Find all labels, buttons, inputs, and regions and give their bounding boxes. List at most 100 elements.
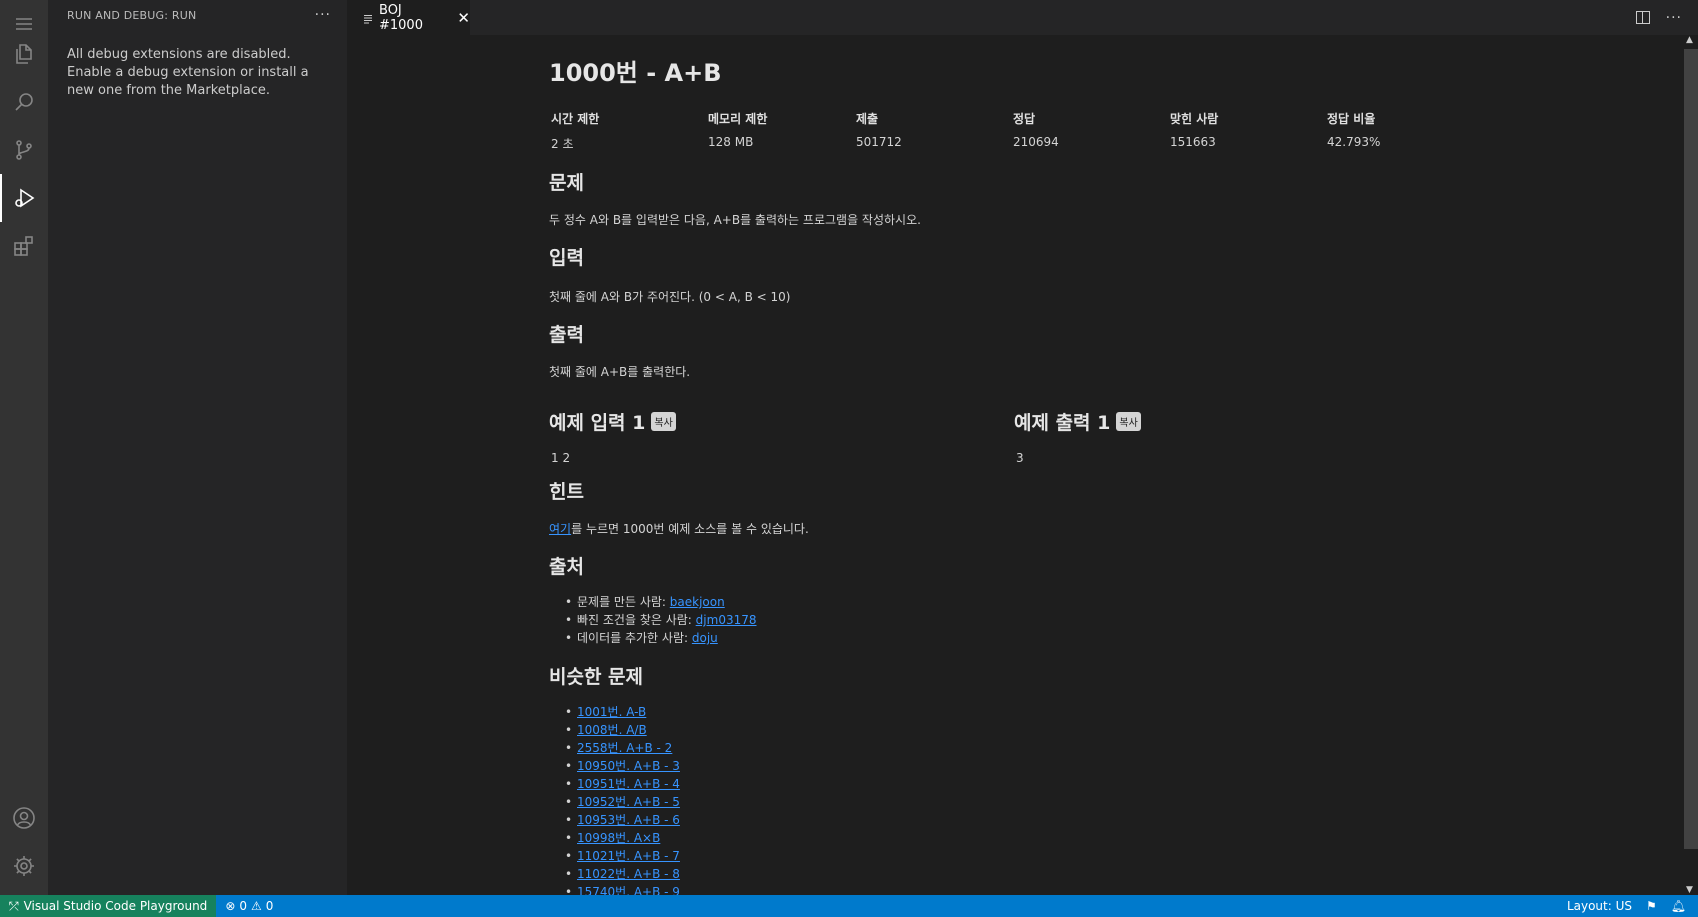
- error-count: 0: [239, 899, 248, 913]
- remote-icon: ⤱: [9, 898, 19, 913]
- list-item: 1001번. A-B: [565, 703, 1649, 721]
- info-value-submissions: 501712: [856, 135, 902, 149]
- input-heading: 입력: [549, 247, 584, 269]
- remote-label: Visual Studio Code Playground: [23, 899, 208, 913]
- info-value-ratio: 42.793%: [1327, 135, 1381, 149]
- remote-indicator[interactable]: ⤱ Visual Studio Code Playground: [0, 895, 217, 917]
- status-bar: ⤱ Visual Studio Code Playground ⊗ 0 ⚠ 0 …: [0, 895, 1698, 917]
- source-label: 데이터를 추가한 사람:: [577, 631, 692, 645]
- editor-more-icon[interactable]: ···: [1666, 10, 1682, 26]
- info-value-time: 2 초: [551, 137, 574, 151]
- info-header-accepted: 정답: [1013, 112, 1036, 126]
- user-link[interactable]: doju: [692, 631, 718, 645]
- source-list: 문제를 만든 사람: baekjoon 빠진 조건을 찾은 사람: djm031…: [549, 593, 1649, 647]
- scroll-thumb[interactable]: [1684, 49, 1698, 849]
- list-item: 10953번. A+B - 6: [565, 811, 1649, 829]
- description-heading: 문제: [549, 172, 584, 194]
- hint-text: 여기를 누르면 1000번 예제 소스를 볼 수 있습니다.: [549, 520, 1649, 537]
- more-actions-icon[interactable]: ···: [315, 7, 331, 23]
- output-heading: 출력: [549, 324, 584, 346]
- similar-problem-link[interactable]: 10951번. A+B - 4: [577, 777, 680, 791]
- input-text: 첫째 줄에 A와 B가 주어진다. (0 < A, B < 10): [549, 290, 791, 304]
- problem-info-table: 시간 제한 2 초 메모리 제한 128 MB 제출 501712 정답 210694 …: [549, 110, 1649, 152]
- source-label: 빠진 조건을 찾은 사람:: [577, 613, 696, 627]
- similar-problem-link[interactable]: 10952번. A+B - 5: [577, 795, 680, 809]
- settings-gear-icon[interactable]: [0, 842, 48, 890]
- similar-problem-link[interactable]: 11022번. A+B - 8: [577, 867, 680, 881]
- similar-problem-link[interactable]: 10950번. A+B - 3: [577, 759, 680, 773]
- preview-file-icon: [363, 13, 373, 23]
- account-icon[interactable]: [0, 794, 48, 842]
- sample-input-heading: 예제 입력 1: [549, 412, 646, 434]
- tab-boj-1000[interactable]: BOJ #1000 ✕: [347, 0, 470, 35]
- tab-label: BOJ #1000: [379, 2, 423, 33]
- copy-sample-output-button[interactable]: 복사: [1116, 412, 1141, 431]
- hint-heading: 힌트: [549, 481, 584, 503]
- extensions-icon[interactable]: [0, 222, 48, 270]
- warning-icon: ⚠: [251, 899, 262, 913]
- similar-problem-link[interactable]: 1008번. A/B: [577, 723, 647, 737]
- list-item: 10951번. A+B - 4: [565, 775, 1649, 793]
- info-value-memory: 128 MB: [708, 135, 754, 149]
- info-header-solvers: 맞힌 사람: [1170, 112, 1219, 126]
- problem-content: 1000번 - A+B 시간 제한 2 초 메모리 제한 128 MB 제출 5017…: [549, 35, 1649, 901]
- samples: 예제 입력 1 복사 1 2 예제 출력 1 복사 3: [549, 408, 1649, 465]
- list-item: 10952번. A+B - 5: [565, 793, 1649, 811]
- user-link[interactable]: baekjoon: [670, 595, 725, 609]
- sample-input-value: 1 2: [551, 451, 571, 465]
- split-editor-icon[interactable]: [1635, 11, 1650, 24]
- similar-heading: 비슷한 문제: [549, 666, 644, 688]
- sample-input-block: 예제 입력 1 복사 1 2: [549, 408, 1014, 465]
- list-item: 데이터를 추가한 사람: doju: [565, 629, 1649, 647]
- activity-bar: [0, 0, 48, 895]
- scroll-down-icon[interactable]: ▼: [1686, 885, 1693, 895]
- description-text: 두 정수 A와 B를 입력받은 다음, A+B를 출력하는 프로그램을 작성하시…: [549, 213, 921, 227]
- list-item: 11022번. A+B - 8: [565, 865, 1649, 883]
- list-item: 문제를 만든 사람: baekjoon: [565, 593, 1649, 611]
- search-icon[interactable]: [0, 78, 48, 126]
- similar-problem-link[interactable]: 11021번. A+B - 7: [577, 849, 680, 863]
- info-header-time: 시간 제한: [551, 112, 600, 126]
- keyboard-layout[interactable]: Layout: US: [1567, 899, 1632, 913]
- explorer-icon[interactable]: [0, 30, 48, 78]
- run-debug-icon[interactable]: [0, 174, 48, 222]
- editor-area: BOJ #1000 ✕ ··· 1000번 - A+B 시간 제한 2 초 메모리…: [347, 0, 1698, 901]
- list-item: 10950번. A+B - 3: [565, 757, 1649, 775]
- vertical-scrollbar[interactable]: ▲ ▼: [1684, 35, 1698, 895]
- info-header-memory: 메모리 제한: [708, 112, 768, 126]
- similar-problem-link[interactable]: 10953번. A+B - 6: [577, 813, 680, 827]
- source-label: 문제를 만든 사람:: [577, 595, 670, 609]
- sidebar-header: RUN AND DEBUG: RUN ···: [48, 0, 347, 30]
- list-item: 11021번. A+B - 7: [565, 847, 1649, 865]
- list-item: 2558번. A+B - 2: [565, 739, 1649, 757]
- sample-output-block: 예제 출력 1 복사 3: [1014, 408, 1479, 465]
- hint-rest: 를 누르면 1000번 예제 소스를 볼 수 있습니다.: [571, 522, 809, 536]
- similar-problem-link[interactable]: 10998번. A×B: [577, 831, 660, 845]
- info-value-solvers: 151663: [1170, 135, 1216, 149]
- problem-title: 1000번 - A+B: [549, 59, 722, 87]
- close-icon[interactable]: ✕: [457, 9, 470, 27]
- scroll-up-icon[interactable]: ▲: [1686, 35, 1693, 45]
- notifications-bell-icon[interactable]: 🔔︎: [1671, 899, 1686, 913]
- source-heading: 출처: [549, 556, 584, 578]
- output-text: 첫째 줄에 A+B를 출력한다.: [549, 365, 691, 379]
- similar-list: 1001번. A-B 1008번. A/B 2558번. A+B - 2 109…: [549, 703, 1649, 901]
- info-header-ratio: 정답 비율: [1327, 112, 1376, 126]
- list-item: 1008번. A/B: [565, 721, 1649, 739]
- similar-problem-link[interactable]: 1001번. A-B: [577, 705, 646, 719]
- source-control-icon[interactable]: [0, 126, 48, 174]
- similar-problem-link[interactable]: 2558번. A+B - 2: [577, 741, 672, 755]
- warning-count: 0: [265, 899, 274, 913]
- info-header-submissions: 제출: [856, 112, 879, 126]
- copy-sample-input-button[interactable]: 복사: [651, 412, 676, 431]
- list-item: 10998번. A×B: [565, 829, 1649, 847]
- feedback-icon[interactable]: ⚑: [1646, 899, 1657, 913]
- hint-link[interactable]: 여기: [549, 522, 571, 536]
- user-link[interactable]: djm03178: [696, 613, 757, 627]
- sample-output-value: 3: [1016, 451, 1024, 465]
- status-right: Layout: US ⚑ 🔔︎: [1567, 899, 1698, 913]
- debug-disabled-message: All debug extensions are disabled. Enabl…: [67, 47, 309, 98]
- run-debug-sidebar: RUN AND DEBUG: RUN ··· All debug extensi…: [48, 0, 347, 895]
- problems-indicator[interactable]: ⊗ 0 ⚠ 0: [216, 899, 273, 913]
- list-item: 빠진 조건을 찾은 사람: djm03178: [565, 611, 1649, 629]
